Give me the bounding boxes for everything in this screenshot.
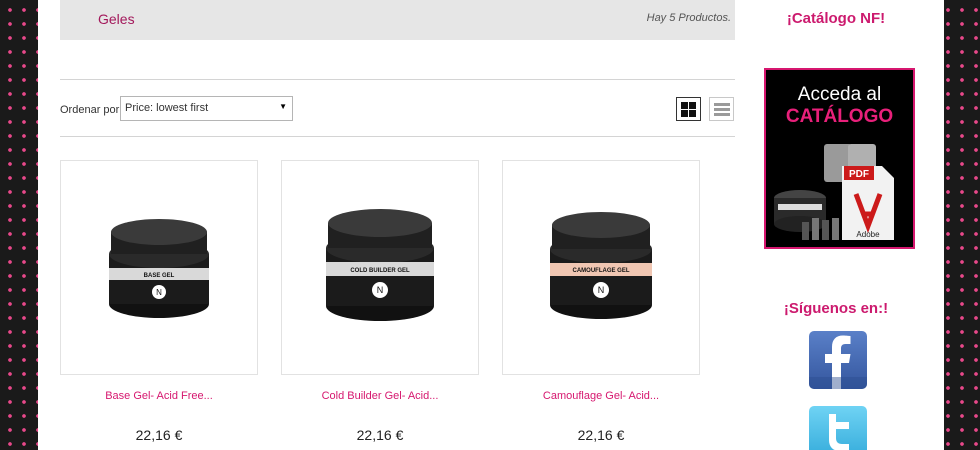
product-card: BASE GEL N Base Gel- Acid Free... 22,16 …	[60, 160, 258, 450]
sort-label: Ordenar por	[60, 104, 120, 116]
product-name-link[interactable]: Base Gel- Acid Free...	[60, 390, 258, 402]
gel-jar-image: COLD BUILDER GEL N	[326, 209, 434, 321]
gel-jar-image: BASE GEL N	[109, 219, 209, 318]
category-header: Geles Hay 5 Productos.	[60, 0, 735, 40]
product-card: CAMOUFLAGE GEL N Camouflage Gel- Acid...…	[502, 160, 700, 450]
product-price: 22,16 €	[577, 427, 625, 443]
product-card: COLD BUILDER GEL N Cold Builder Gel- Aci…	[281, 160, 479, 450]
product-count: Hay 5 Productos.	[646, 12, 731, 24]
grid-view-button[interactable]	[676, 97, 701, 121]
product-price: 22,16 €	[356, 427, 404, 443]
svg-text:N: N	[156, 288, 162, 297]
facebook-icon	[809, 335, 867, 389]
twitter-button[interactable]	[809, 406, 867, 450]
banner-line-2: CATÁLOGO	[785, 106, 894, 127]
category-title: Geles	[98, 11, 135, 27]
product-price: 22,16 €	[135, 427, 183, 443]
twitter-icon	[829, 414, 849, 450]
jar-label-text: COLD BUILDER GEL	[350, 268, 410, 274]
catalog-banner[interactable]: Acceda al CATÁLOGO PDF Adobe	[764, 68, 915, 249]
catalog-products-image: PDF Adobe	[774, 144, 894, 240]
sidebar: ¡Catálogo NF! Acceda al CATÁLOGO PDF Ado…	[756, 0, 916, 450]
product-image[interactable]: COLD BUILDER GEL N	[281, 160, 479, 375]
product-name-link[interactable]: Cold Builder Gel- Acid...	[281, 390, 479, 402]
adobe-label: Adobe	[856, 230, 880, 239]
dropdown-arrow-icon: ▼	[279, 102, 287, 111]
divider	[60, 79, 735, 80]
product-image[interactable]: BASE GEL N	[60, 160, 258, 375]
svg-text:N: N	[598, 285, 605, 295]
product-image[interactable]: CAMOUFLAGE GEL N	[502, 160, 700, 375]
pdf-label: PDF	[849, 169, 869, 180]
sort-select[interactable]: Price: lowest first ▼	[120, 96, 293, 121]
sort-selected-value: Price: lowest first	[125, 102, 209, 114]
jar-label-text: BASE GEL	[144, 273, 175, 279]
list-view-button[interactable]	[709, 97, 734, 121]
facebook-button[interactable]	[809, 331, 867, 389]
main-content: Geles Hay 5 Productos. Ordenar por Price…	[60, 0, 735, 450]
jar-label-text: CAMOUFLAGE GEL	[573, 268, 630, 274]
divider	[60, 136, 735, 137]
gel-jar-image: CAMOUFLAGE GEL N	[550, 212, 652, 319]
svg-text:N: N	[377, 285, 384, 295]
follow-title: ¡Síguenos en:!	[783, 300, 889, 317]
product-name-link[interactable]: Camouflage Gel- Acid...	[502, 390, 700, 402]
page: Geles Hay 5 Productos. Ordenar por Price…	[38, 0, 944, 450]
catalog-title: ¡Catálogo NF!	[786, 10, 886, 27]
banner-line-1: Acceda al	[797, 84, 882, 105]
